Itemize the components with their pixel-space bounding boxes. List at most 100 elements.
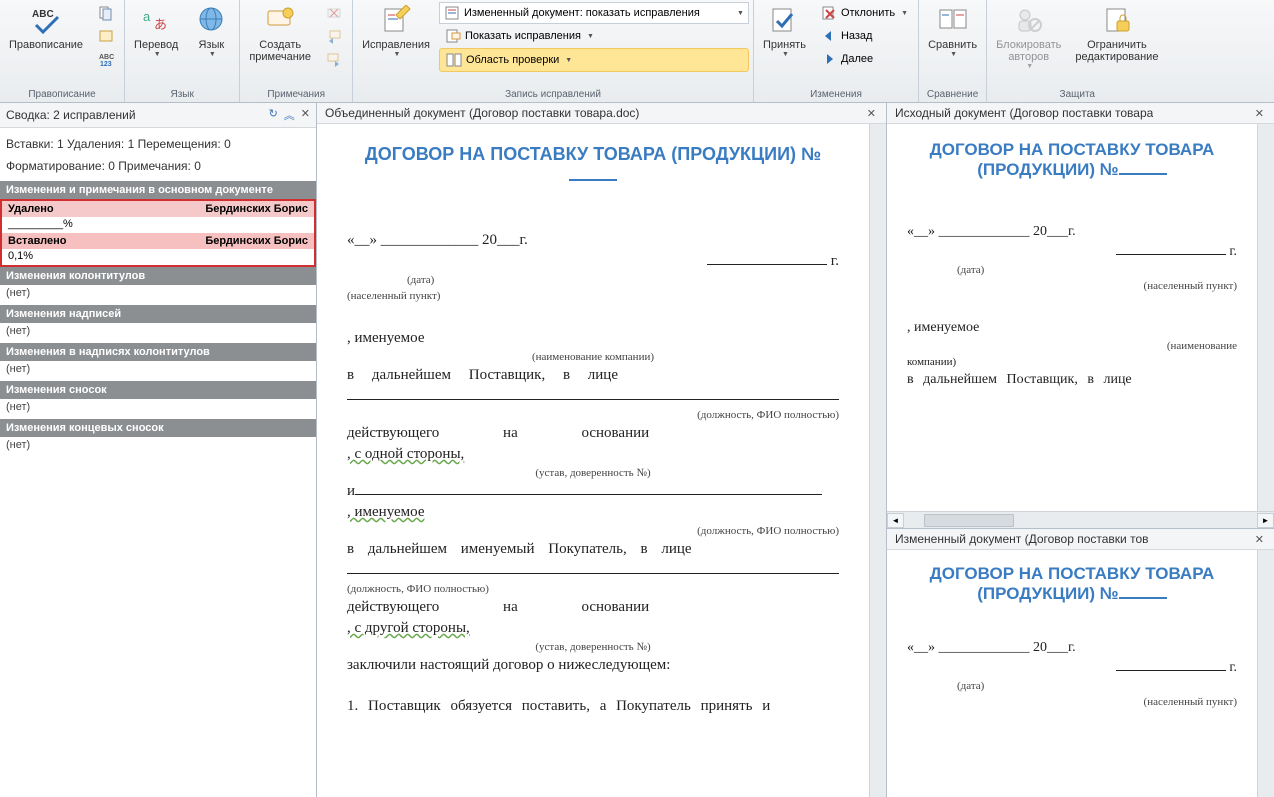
- compare-label: Сравнить: [928, 39, 977, 51]
- thesaurus-button[interactable]: [92, 25, 120, 47]
- restrict-editing-button[interactable]: Ограничить редактирование: [1070, 2, 1163, 66]
- sec-textboxes: Изменения надписей: [0, 305, 316, 323]
- summary-list: Изменения и примечания в основном докуме…: [0, 181, 316, 457]
- reject-button[interactable]: Отклонить ▼: [815, 2, 914, 24]
- source-doc-scroll[interactable]: ДОГОВОР НА ПОСТАВКУ ТОВАРА (ПРОДУКЦИИ) №…: [887, 124, 1257, 511]
- reject-icon: [821, 5, 837, 21]
- restrict-icon: [1101, 5, 1133, 37]
- display-icon: [444, 5, 460, 21]
- scrollbar-v[interactable]: [1257, 550, 1274, 797]
- compare-button[interactable]: Сравнить ▼: [923, 2, 982, 61]
- stats-line1: Вставки: 1 Удаления: 1 Перемещения: 0: [6, 134, 310, 156]
- close-icon[interactable]: ✕: [1253, 107, 1266, 120]
- spelling-label: Правописание: [9, 39, 83, 51]
- sec-headers-none: (нет): [0, 285, 316, 305]
- sec-main: Изменения и примечания в основном докуме…: [0, 181, 316, 199]
- next-change-button[interactable]: Далее: [815, 48, 914, 70]
- language-button[interactable]: Язык ▼: [187, 2, 235, 61]
- right-stack: Исходный документ (Договор поставки това…: [887, 103, 1274, 797]
- workspace: Сводка: 2 исправлений ↻ ︽ ✕ Вставки: 1 У…: [0, 103, 1274, 797]
- delete-icon: [326, 5, 342, 21]
- summary-pane: Сводка: 2 исправлений ↻ ︽ ✕ Вставки: 1 У…: [0, 103, 317, 797]
- reviewing-pane-icon: [446, 52, 462, 68]
- merged-doc-pane: Объединенный документ (Договор поставки …: [317, 103, 887, 797]
- reviewing-pane-label: Область проверки: [466, 54, 559, 66]
- revised-doc-pane: Измененный документ (Договор поставки то…: [887, 529, 1274, 797]
- group-language-title: Язык: [129, 88, 235, 102]
- close-icon[interactable]: ✕: [865, 107, 878, 120]
- deleted-detail: _________%: [2, 217, 314, 233]
- accept-button[interactable]: Принять ▼: [758, 2, 811, 61]
- source-page: ДОГОВОР НА ПОСТАВКУ ТОВАРА (ПРОДУКЦИИ) №…: [887, 124, 1257, 408]
- prev-change-button[interactable]: Назад: [815, 25, 914, 47]
- group-compare-title: Сравнение: [923, 88, 982, 102]
- revised-doc-scroll[interactable]: ДОГОВОР НА ПОСТАВКУ ТОВАРА (ПРОДУКЦИИ) №…: [887, 550, 1257, 797]
- scrollbar-v[interactable]: [1257, 124, 1274, 511]
- rev-title: ДОГОВОР НА ПОСТАВКУ ТОВАРА (ПРОДУКЦИИ) №: [907, 564, 1237, 604]
- word-count-button[interactable]: ABC123: [92, 48, 120, 70]
- block-authors-icon: [1013, 5, 1045, 37]
- delete-comment-button: [320, 2, 348, 24]
- track-changes-button[interactable]: Исправления ▼: [357, 2, 435, 61]
- collapse-icon[interactable]: ︽: [284, 107, 295, 123]
- show-markup-label: Показать исправления: [465, 30, 581, 42]
- display-combo[interactable]: Измененный документ: показать исправлени…: [439, 2, 749, 24]
- close-icon[interactable]: ✕: [1253, 533, 1266, 546]
- new-comment-button[interactable]: Создать примечание: [244, 2, 316, 66]
- chevron-down-icon: ▼: [394, 51, 401, 58]
- change-deleted[interactable]: Удалено Бердинских Борис: [2, 201, 314, 217]
- source-doc-title: Исходный документ (Договор поставки това…: [895, 106, 1153, 120]
- sec-hf-textboxes: Изменения в надписях колонтитулов: [0, 343, 316, 361]
- source-doc-header: Исходный документ (Договор поставки това…: [887, 103, 1274, 124]
- block-authors-button: Блокировать авторов ▼: [991, 2, 1066, 73]
- scrollbar-h[interactable]: ◄ ►: [887, 511, 1274, 528]
- source-doc-pane: Исходный документ (Договор поставки това…: [887, 103, 1274, 529]
- group-protect-title: Защита: [991, 88, 1163, 102]
- show-markup-button[interactable]: Показать исправления ▼: [439, 25, 749, 47]
- restrict-label: Ограничить редактирование: [1075, 39, 1158, 63]
- ribbon: ABC Правописание ABC123 Правописание aあ …: [0, 0, 1274, 103]
- sec-headers: Изменения колонтитулов: [0, 267, 316, 285]
- group-compare: Сравнить ▼ Сравнение: [919, 0, 987, 102]
- close-icon[interactable]: ✕: [301, 107, 310, 123]
- reviewing-pane-button[interactable]: Область проверки ▼: [439, 48, 749, 72]
- svg-text:ABC: ABC: [32, 9, 54, 20]
- chevron-down-icon: ▼: [565, 57, 572, 64]
- chevron-down-icon: ▼: [587, 33, 594, 40]
- word-count-icon: ABC123: [98, 51, 114, 67]
- chevron-down-icon: ▼: [782, 51, 789, 58]
- prev-comment-button: [320, 25, 348, 47]
- revised-doc-header: Измененный документ (Договор поставки то…: [887, 529, 1274, 550]
- track-changes-label: Исправления: [362, 39, 430, 51]
- group-proofing-title: Правописание: [4, 88, 120, 102]
- accept-icon: [768, 5, 800, 37]
- refresh-icon[interactable]: ↻: [269, 107, 278, 123]
- stats-line2: Форматирование: 0 Примечания: 0: [6, 156, 310, 178]
- svg-text:123: 123: [100, 61, 112, 67]
- prev-change-icon: [821, 28, 837, 44]
- summary-title: Сводка: 2 исправлений: [6, 108, 136, 122]
- sec-hf-textboxes-none: (нет): [0, 361, 316, 381]
- scrollbar-v[interactable]: [869, 124, 886, 797]
- group-tracking-title: Запись исправлений: [357, 88, 749, 102]
- change-inserted[interactable]: Вставлено Бердинских Борис: [2, 233, 314, 249]
- sec-footnotes-none: (нет): [0, 399, 316, 419]
- translate-button[interactable]: aあ Перевод ▼: [129, 2, 183, 61]
- scroll-left-icon[interactable]: ◄: [887, 513, 904, 528]
- svg-text:ABC: ABC: [99, 54, 114, 61]
- next-change-icon: [821, 51, 837, 67]
- inserted-detail: 0,1%: [2, 249, 314, 265]
- merged-doc-title: Объединенный документ (Договор поставки …: [325, 106, 639, 120]
- merged-doc-scroll[interactable]: ДОГОВОР НА ПОСТАВКУ ТОВАРА (ПРОДУКЦИИ) №…: [317, 124, 869, 797]
- prev-icon: [326, 28, 342, 44]
- show-markup-icon: [445, 28, 461, 44]
- new-comment-icon: [264, 5, 296, 37]
- thesaurus-icon: [98, 28, 114, 44]
- new-comment-label: Создать примечание: [249, 39, 311, 63]
- chevron-down-icon: ▼: [950, 51, 957, 58]
- research-button[interactable]: [92, 2, 120, 24]
- svg-text:あ: あ: [154, 17, 167, 32]
- spelling-button[interactable]: ABC Правописание: [4, 2, 88, 54]
- summary-stats: Вставки: 1 Удаления: 1 Перемещения: 0 Фо…: [0, 128, 316, 181]
- scroll-right-icon[interactable]: ►: [1257, 513, 1274, 528]
